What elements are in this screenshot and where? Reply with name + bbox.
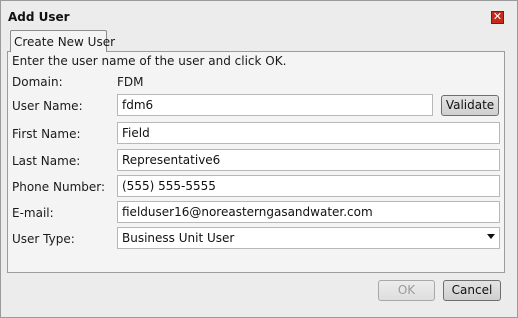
- usertype-label: User Type:: [12, 232, 75, 246]
- usertype-select[interactable]: Business Unit User: [117, 227, 500, 249]
- domain-label: Domain:: [12, 75, 63, 89]
- cancel-button[interactable]: Cancel: [443, 280, 501, 301]
- phone-value: (555) 555-5555: [122, 179, 216, 193]
- close-icon[interactable]: ✕: [491, 11, 504, 24]
- username-label: User Name:: [12, 99, 83, 113]
- add-user-dialog: Add User ✕ Create New User Enter the use…: [0, 0, 518, 318]
- username-input[interactable]: fdm6: [117, 94, 433, 116]
- phone-input[interactable]: (555) 555-5555: [117, 175, 500, 197]
- email-value: fielduser16@noreasterngasandwater.com: [122, 205, 373, 219]
- form-panel: Enter the user name of the user and clic…: [7, 51, 505, 273]
- ok-button[interactable]: OK: [378, 280, 435, 301]
- firstname-label: First Name:: [12, 127, 81, 141]
- email-input[interactable]: fielduser16@noreasterngasandwater.com: [117, 201, 500, 223]
- validate-button[interactable]: Validate: [441, 95, 499, 116]
- tab-label: Create New User: [14, 35, 116, 49]
- instruction-text: Enter the user name of the user and clic…: [12, 54, 287, 68]
- lastname-label: Last Name:: [12, 154, 81, 168]
- chevron-down-icon: [487, 234, 495, 239]
- firstname-value: Field: [122, 126, 150, 140]
- phone-label: Phone Number:: [12, 180, 106, 194]
- usertype-value: Business Unit User: [122, 231, 235, 245]
- dialog-title: Add User: [8, 10, 70, 24]
- title-bar[interactable]: Add User ✕: [1, 1, 517, 27]
- email-label: E-mail:: [12, 206, 54, 220]
- domain-value: FDM: [117, 75, 144, 89]
- lastname-value: Representative6: [122, 153, 221, 167]
- username-value: fdm6: [122, 98, 154, 112]
- firstname-input[interactable]: Field: [117, 122, 500, 144]
- tab-create-new-user[interactable]: Create New User: [10, 30, 115, 52]
- lastname-input[interactable]: Representative6: [117, 149, 500, 171]
